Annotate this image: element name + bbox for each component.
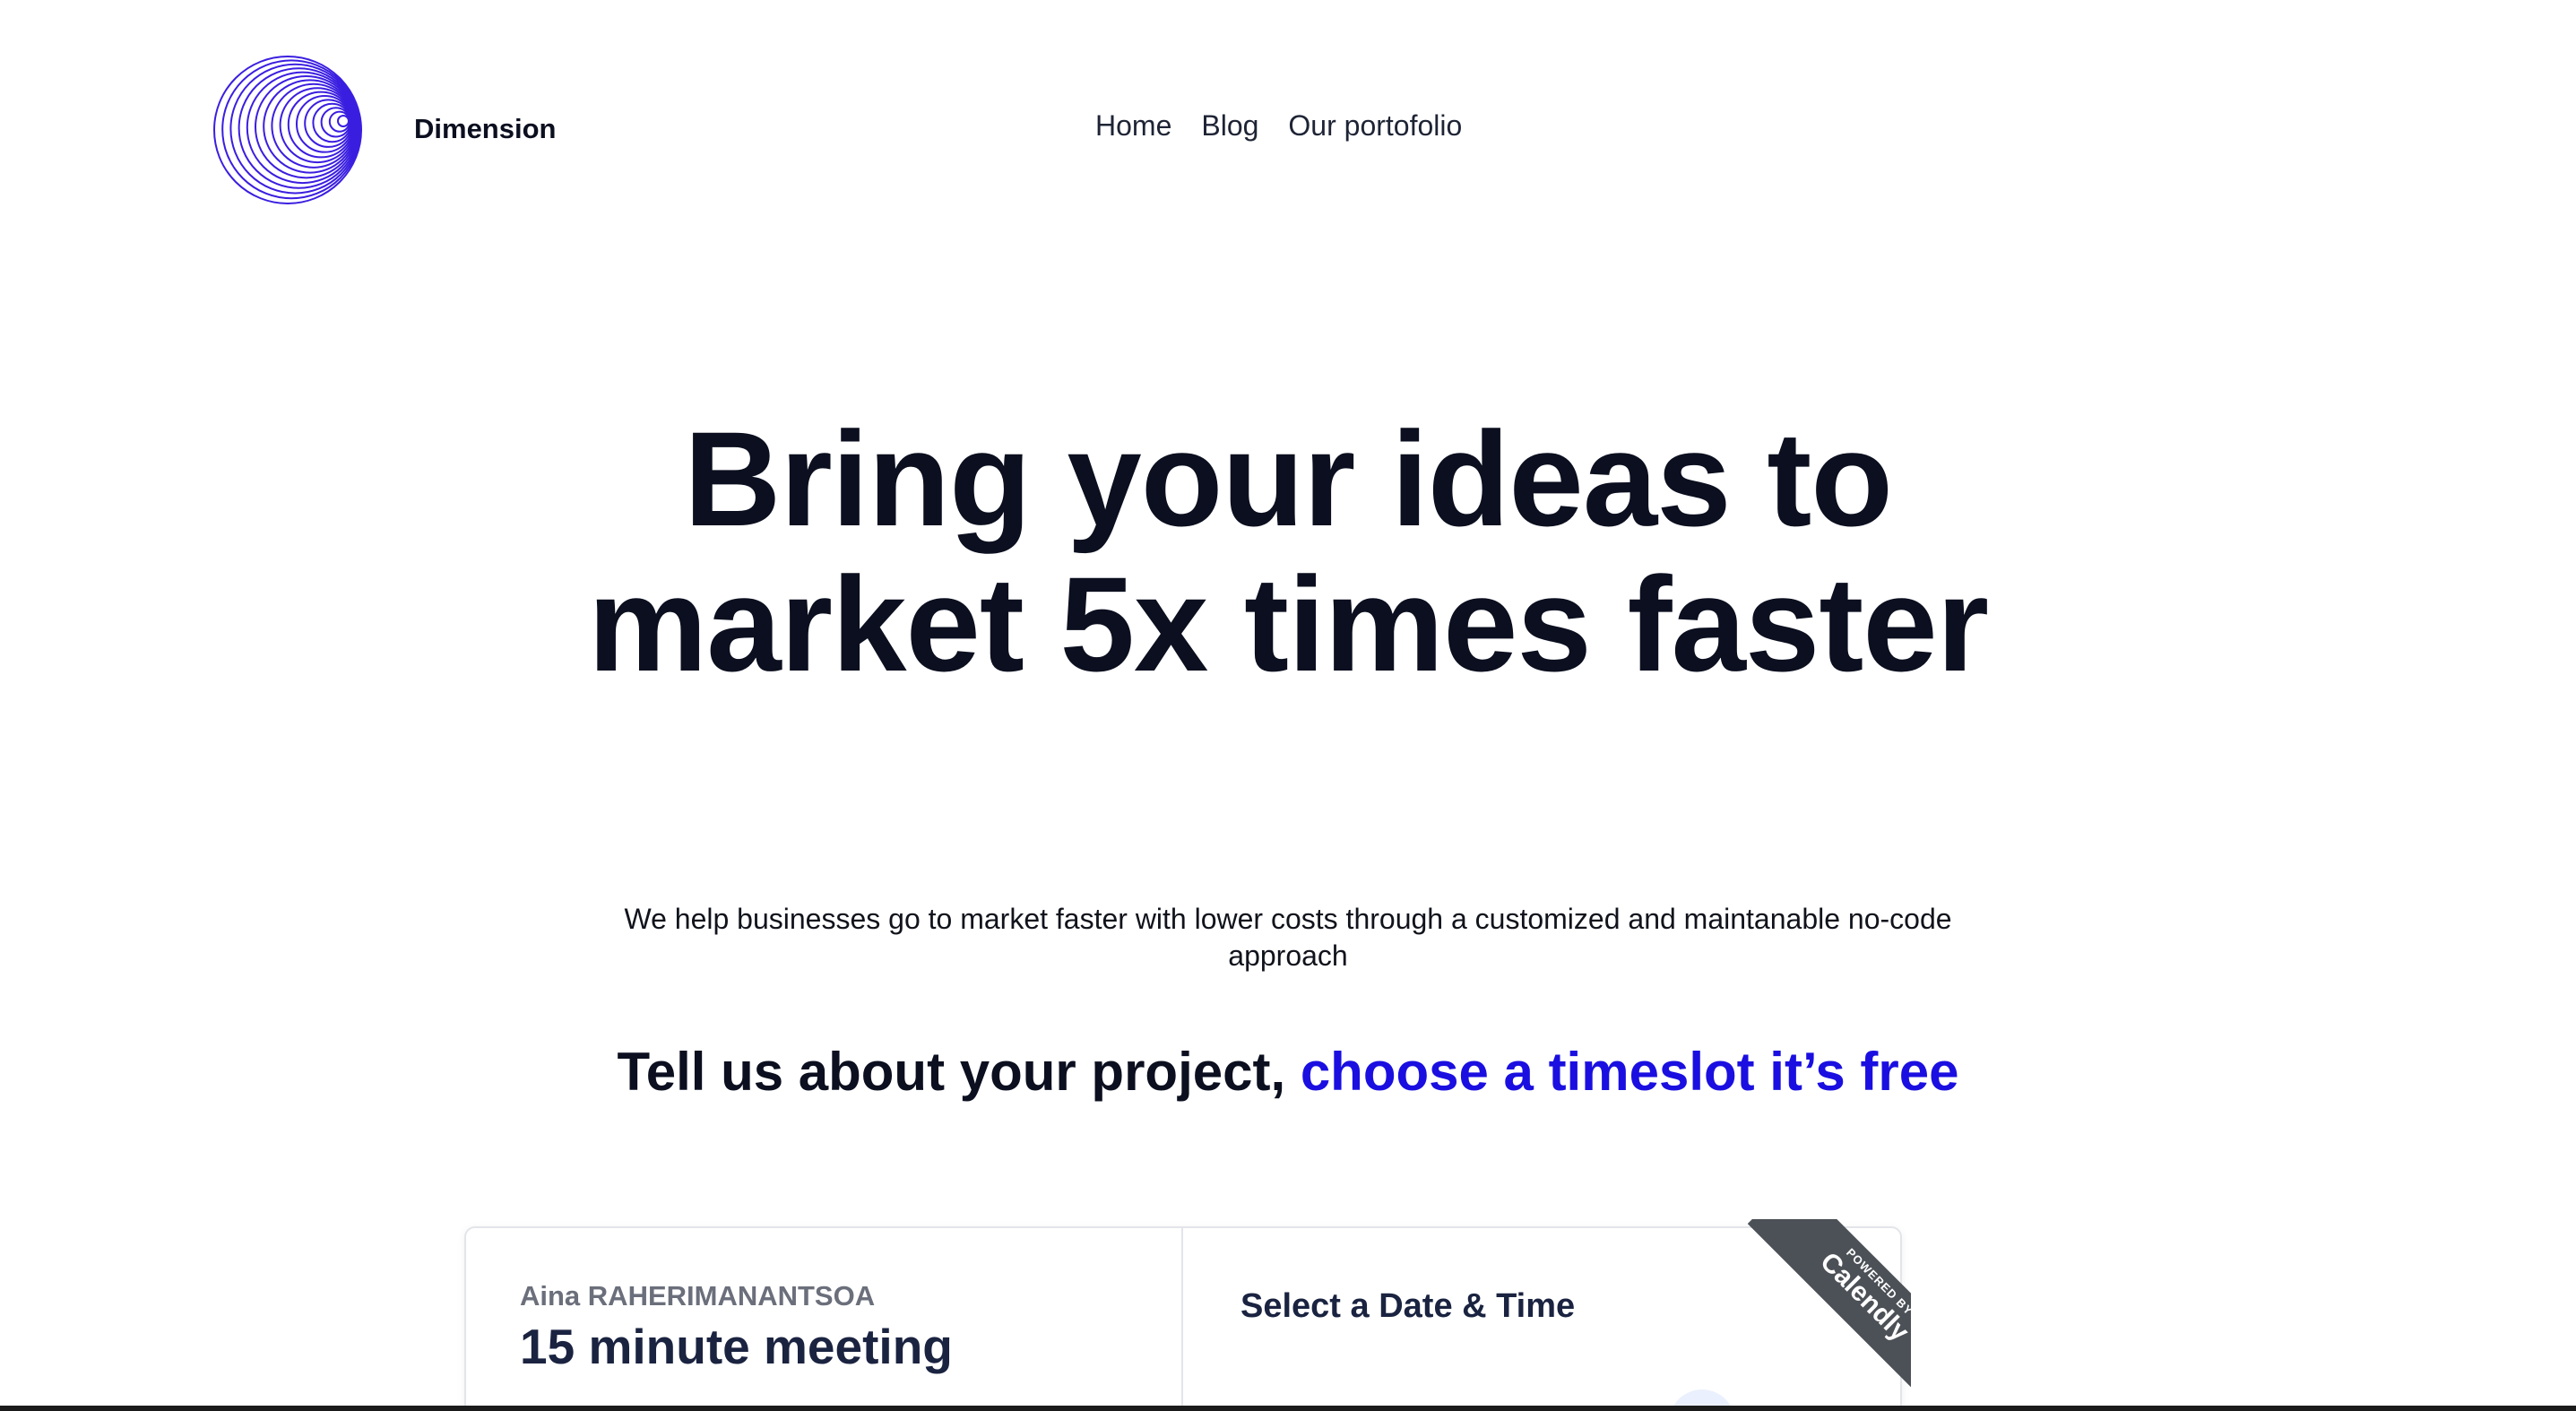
calendly-badge: POWERED BY Calendly [1714,1219,1911,1411]
logo-ring [328,110,350,133]
nav-blog[interactable]: Blog [1201,109,1258,143]
hero-title: Bring your ideas to market 5x times fast… [587,403,1989,699]
cta-heading: Tell us about your project, choose a tim… [359,1036,2217,1108]
brand-name[interactable]: Dimension [414,113,556,145]
meeting-title: 15 minute meeting [520,1319,953,1374]
main-nav: Home Blog Our portofolio [1095,109,1462,143]
page: Dimension Home Blog Our portofolio Bring… [0,0,2576,1411]
window-bottom-edge [0,1406,2576,1411]
host-name: Aina RAHERIMANANTSOA [520,1280,876,1311]
powered-by-calendly-ribbon[interactable]: POWERED BY Calendly [1747,1219,1911,1411]
select-date-title: Select a Date & Time [1240,1287,1576,1325]
event-details-panel: Aina RAHERIMANANTSOA 15 minute meeting [466,1228,1183,1411]
ribbon-calendly: Calendly [1814,1246,1911,1347]
booking-widget: Aina RAHERIMANANTSOA 15 minute meeting S… [464,1226,1902,1411]
hero-subtitle: We help businesses go to market faster w… [624,903,1952,972]
cta-prefix: Tell us about your project, [617,1042,1301,1102]
nav-home[interactable]: Home [1095,109,1171,143]
cta-link[interactable]: choose a timeslot it’s free [1301,1042,1959,1102]
brand-logo[interactable] [212,54,364,206]
logo-ring [304,99,353,148]
logo-ring [337,115,350,127]
nav-portfolio[interactable]: Our portofolio [1288,109,1462,143]
